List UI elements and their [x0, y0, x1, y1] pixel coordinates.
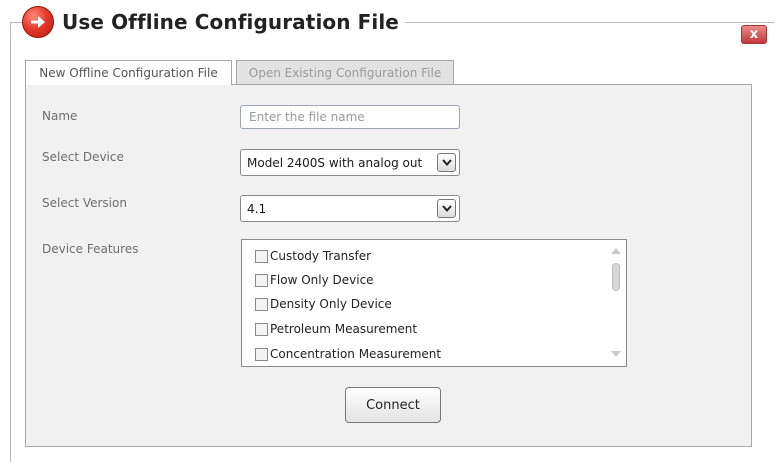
name-label: Name: [42, 109, 78, 123]
connect-button-label: Connect: [366, 397, 420, 413]
checkbox[interactable]: [255, 273, 268, 287]
feature-item-concentration-measurement[interactable]: Concentration Measurement: [255, 345, 441, 363]
vertical-scrollbar[interactable]: [609, 244, 623, 362]
device-select-value: Model 2400S with analog out: [247, 155, 423, 170]
scroll-up-icon[interactable]: [610, 246, 622, 255]
connect-button[interactable]: Connect: [345, 387, 441, 423]
feature-item-petroleum-measurement[interactable]: Petroleum Measurement: [255, 320, 417, 338]
device-select[interactable]: Model 2400S with analog out: [240, 149, 460, 176]
chevron-down-icon[interactable]: [437, 199, 456, 218]
tab-label: New Offline Configuration File: [39, 66, 218, 80]
feature-label: Concentration Measurement: [270, 347, 442, 361]
file-name-input[interactable]: [240, 105, 460, 129]
tab-label: Open Existing Configuration File: [248, 65, 442, 80]
dialog-title-bar: Use Offline Configuration File: [22, 6, 405, 38]
tab-new-offline-configuration-file[interactable]: New Offline Configuration File: [25, 60, 232, 85]
arrow-right-circle-icon: [22, 6, 54, 38]
checkbox[interactable]: [255, 347, 268, 361]
checkbox[interactable]: [255, 297, 268, 311]
close-button[interactable]: x: [741, 25, 767, 44]
scroll-down-icon[interactable]: [610, 350, 622, 359]
scroll-thumb[interactable]: [612, 263, 620, 291]
version-select-value: 4.1: [247, 201, 267, 216]
feature-label: Petroleum Measurement: [270, 322, 418, 336]
dialog-title: Use Offline Configuration File: [62, 10, 399, 34]
select-device-label: Select Device: [42, 150, 124, 164]
feature-item-custody-transfer[interactable]: Custody Transfer: [255, 247, 371, 265]
feature-label: Density Only Device: [270, 297, 392, 311]
close-icon: x: [749, 27, 759, 42]
version-select[interactable]: 4.1: [240, 195, 460, 222]
feature-label: Flow Only Device: [270, 273, 374, 287]
tab-open-existing-configuration-file[interactable]: Open Existing Configuration File: [236, 60, 454, 84]
feature-item-flow-only-device[interactable]: Flow Only Device: [255, 271, 374, 289]
chevron-down-icon[interactable]: [437, 153, 456, 172]
select-version-label: Select Version: [42, 196, 127, 210]
device-features-label: Device Features: [42, 242, 139, 256]
device-features-list[interactable]: Custody Transfer Flow Only Device Densit…: [241, 239, 627, 367]
checkbox[interactable]: [255, 322, 268, 336]
checkbox[interactable]: [255, 249, 268, 263]
feature-item-density-only-device[interactable]: Density Only Device: [255, 295, 392, 313]
feature-label: Custody Transfer: [270, 249, 372, 263]
